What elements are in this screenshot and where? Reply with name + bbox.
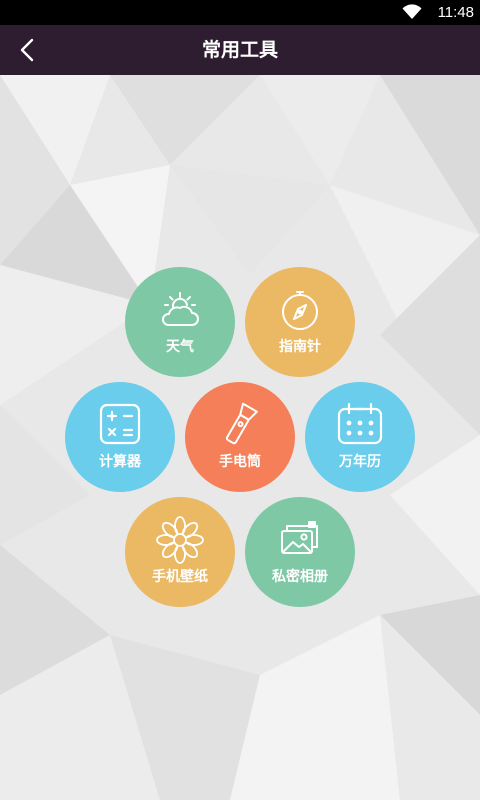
tool-album-label: 私密相册 [272, 569, 328, 585]
tool-compass[interactable]: 指南针 [245, 267, 355, 377]
flashlight-icon [225, 402, 258, 445]
page-title: 常用工具 [201, 39, 278, 61]
tool-weather[interactable]: 天气 [125, 267, 235, 377]
tool-wallpaper-label: 手机壁纸 [152, 569, 208, 585]
app-bar: 常用工具 [0, 25, 480, 75]
calculator-icon [99, 403, 141, 445]
status-time: 11:48 [437, 4, 474, 21]
tool-calculator[interactable]: 计算器 [65, 382, 175, 492]
tool-calendar[interactable]: 万年历 [305, 382, 415, 492]
tool-flashlight-label: 手电筒 [219, 454, 261, 470]
tool-wallpaper[interactable]: 手机壁纸 [125, 497, 235, 607]
photo-icon [281, 521, 318, 554]
flower-icon [156, 516, 204, 564]
tool-calendar-label: 万年历 [339, 454, 381, 470]
status-bar: 11:48 [0, 0, 480, 25]
wifi-icon [402, 4, 422, 20]
tool-compass-label: 指南针 [279, 339, 321, 355]
calendar-icon [337, 402, 383, 445]
tool-flashlight[interactable]: 手电筒 [185, 382, 295, 492]
tool-weather-label: 天气 [166, 339, 194, 355]
tool-album[interactable]: 私密相册 [245, 497, 355, 607]
tool-calculator-label: 计算器 [99, 454, 141, 470]
weather-icon [162, 292, 199, 326]
compass-icon [282, 291, 318, 330]
